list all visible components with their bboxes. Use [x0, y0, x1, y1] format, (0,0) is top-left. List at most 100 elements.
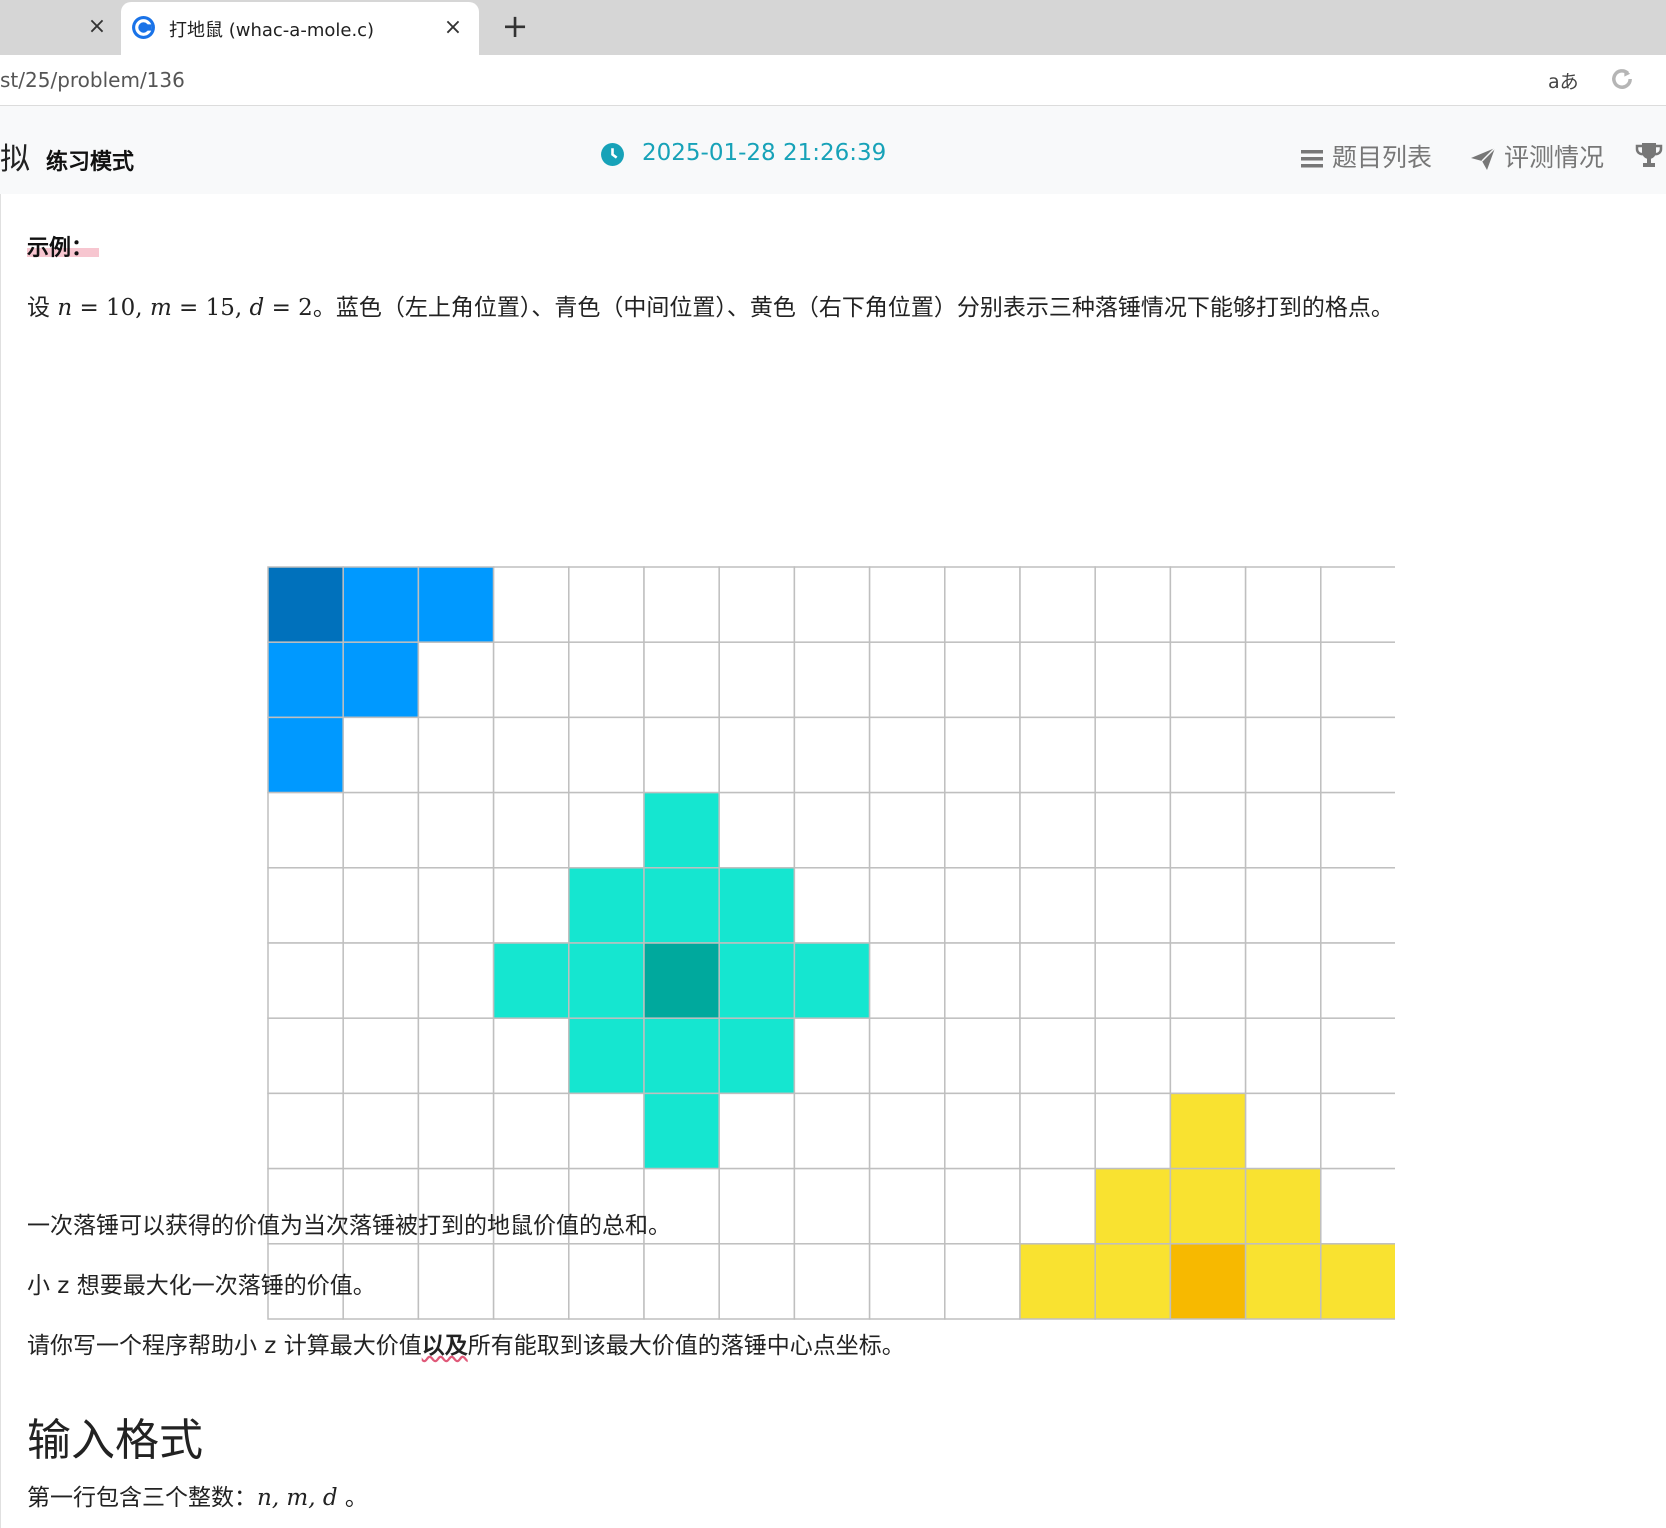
nav-problem-list[interactable]: 题目列表 [1300, 138, 1432, 174]
grid-cell [417, 942, 495, 1019]
address-bar[interactable]: st/25/problem/136 aあ [0, 55, 1666, 106]
grid-cell [1019, 942, 1096, 1019]
contest-timer: 2025-01-28 21:26:39 [642, 140, 887, 166]
grid-cell [568, 566, 645, 643]
grid-cell-yellow [1094, 1167, 1172, 1245]
grid-cell [793, 1167, 871, 1245]
grid-cell [793, 1092, 871, 1170]
grid-cell [1094, 791, 1172, 869]
grid-cell [1244, 716, 1322, 794]
nav-problem-list-label: 题目列表 [1331, 143, 1432, 172]
grid-cell [793, 566, 871, 643]
grid-cell [1244, 566, 1322, 643]
grid-cell-yellow [1244, 1243, 1322, 1320]
active-tab[interactable]: 打地鼠 (whac-a-mole.c) × [121, 2, 479, 55]
grid-cell [568, 1243, 645, 1320]
new-tab-button[interactable]: + [497, 8, 533, 44]
grid-cell [944, 1167, 1021, 1245]
grid-cell [342, 1092, 420, 1170]
grid-cell [718, 1243, 796, 1320]
grid-cell-cyan [643, 1092, 720, 1170]
grid-cell [417, 641, 495, 719]
grid-cell [793, 1243, 871, 1320]
grid-cell [868, 1243, 946, 1320]
grid-cell [417, 1092, 495, 1170]
grid-cell [1320, 1167, 1395, 1245]
grid-cell [267, 867, 344, 944]
grid-cell [718, 1167, 796, 1245]
grid-cell [793, 716, 871, 794]
grid-cell [944, 1092, 1021, 1170]
nav-judge-status-label: 评测情况 [1503, 143, 1604, 172]
grid-cell [1320, 791, 1395, 869]
grid-cell [793, 867, 871, 944]
grid-cell [1320, 566, 1395, 643]
clock-icon [601, 143, 624, 166]
grid-cell [944, 1017, 1021, 1095]
refresh-icon[interactable] [1608, 65, 1636, 93]
grid-cell [944, 791, 1021, 869]
grid-cell [718, 1092, 796, 1170]
grid-cell [793, 641, 871, 719]
grid-cell [868, 641, 946, 719]
grid-cell [1320, 641, 1395, 719]
grid-cell [492, 1243, 570, 1320]
grid-cell [568, 716, 645, 794]
grid-cell [267, 1017, 344, 1095]
grid-cell-yellow [1169, 1167, 1247, 1245]
grid-cell-cyan [643, 1017, 720, 1095]
translate-icon[interactable]: aあ [1548, 67, 1579, 94]
grid-cell [944, 716, 1021, 794]
grid-cell-cyan [492, 942, 570, 1019]
grid-cell-yellow [1094, 1243, 1172, 1320]
grid-cell [868, 791, 946, 869]
grid-cell [568, 641, 645, 719]
grid-cell [1169, 566, 1247, 643]
paragraph-task: 请你写一个程序帮助小 z 计算最大价值以及所有能取到该最大价值的落锤中心点坐标。 [27, 1333, 905, 1359]
grid-cell [1094, 942, 1172, 1019]
site-brand[interactable]: 拟 [0, 134, 30, 178]
grid-cell [1169, 867, 1247, 944]
grid-cell [868, 716, 946, 794]
grid-cell [944, 566, 1021, 643]
previous-tab-close-button[interactable]: × [84, 14, 110, 40]
url-text[interactable]: st/25/problem/136 [0, 68, 185, 92]
tab-title: 打地鼠 (whac-a-mole.c) [169, 20, 375, 41]
trophy-icon[interactable] [1634, 140, 1664, 170]
nav-judge-status[interactable]: 评测情况 [1470, 138, 1604, 174]
grid-cell [1019, 1092, 1096, 1170]
grid-cell [1094, 641, 1172, 719]
site-favicon-icon [132, 16, 155, 39]
grid-cell [1019, 641, 1096, 719]
grid-cell [793, 1017, 871, 1095]
grid-cell [1169, 1017, 1247, 1095]
grid-cell-cyan [718, 867, 796, 944]
tab-close-button[interactable]: × [439, 14, 467, 42]
input-format-heading: 输入格式 [27, 1415, 203, 1466]
grid-cell [568, 1092, 645, 1170]
grid-cell [1019, 566, 1096, 643]
grid-cell [417, 867, 495, 944]
grid-cell [342, 942, 420, 1019]
grid-cell [718, 566, 796, 643]
grid-cell [1019, 1017, 1096, 1095]
grid-cell-yellow [1169, 1092, 1247, 1170]
grid-cell [868, 1017, 946, 1095]
grid-cell-cyan [568, 867, 645, 944]
grid-cell-blue [342, 566, 420, 643]
grid-cell [1169, 942, 1247, 1019]
example-description: 设 n = 10, m = 15, d = 2。蓝色（左上角位置）、青色（中间位… [27, 295, 1394, 321]
grid-cell [492, 791, 570, 869]
grid-cell [718, 641, 796, 719]
grid-cell [1169, 716, 1247, 794]
grid-cell [1244, 791, 1322, 869]
grid-cell [342, 791, 420, 869]
grid-cell [944, 867, 1021, 944]
grid-cell [267, 791, 344, 869]
grid-cell-blue [417, 566, 495, 643]
grid-cell-cyan [718, 1017, 796, 1095]
input-format-text: 第一行包含三个整数：n, m, d 。 [27, 1485, 368, 1511]
grid-cell [342, 716, 420, 794]
grid-cell-cyan [718, 942, 796, 1019]
grid-cell [267, 1092, 344, 1170]
